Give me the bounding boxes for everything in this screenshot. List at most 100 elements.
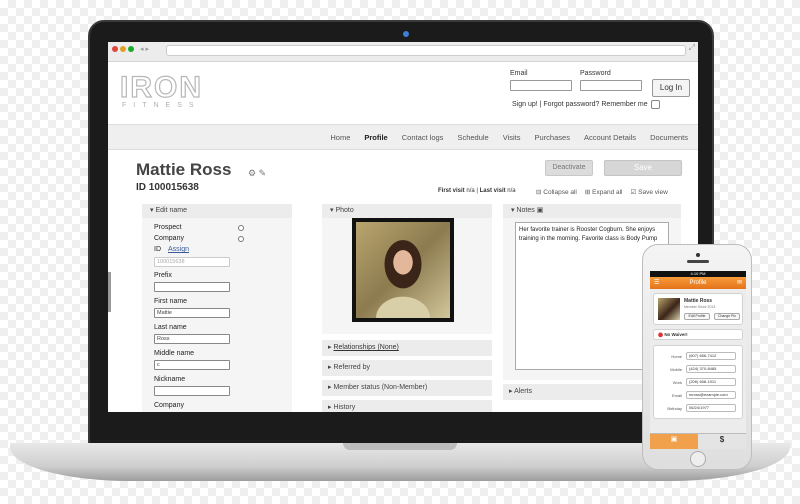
prefix-label: Prefix bbox=[154, 272, 172, 279]
tag-icons[interactable]: ⚙ ✎ bbox=[248, 168, 266, 179]
company-type-label: Company bbox=[154, 235, 184, 242]
password-field[interactable] bbox=[580, 80, 642, 91]
logo-wordmark: IRON bbox=[119, 71, 203, 104]
laptop-camera bbox=[403, 31, 409, 37]
page-scrollbar[interactable] bbox=[108, 272, 111, 312]
history-title: History bbox=[333, 404, 356, 411]
alerts-title: Alerts bbox=[514, 388, 532, 395]
accordion-group: ▸ Relationships (None) ▸ Referred by ▸ M… bbox=[322, 340, 492, 412]
iron-fitness-logo[interactable]: IRON FITNESS bbox=[119, 71, 203, 109]
save-view-control[interactable]: ☑ Save view bbox=[631, 188, 668, 196]
phone-contact-label: Birthday bbox=[667, 406, 682, 411]
phone-contact-row[interactable]: Email mross@example.com bbox=[658, 391, 738, 400]
close-window-button[interactable] bbox=[112, 46, 118, 52]
remember-me-checkbox[interactable] bbox=[651, 100, 660, 109]
edit-name-header[interactable]: ▾ Edit name bbox=[142, 204, 292, 218]
warning-icon: ⬤ bbox=[658, 332, 664, 337]
collapse-all-control[interactable]: ⊟ Collapse all bbox=[536, 188, 577, 196]
phone-contact-row[interactable]: Home (607) 656-7412 bbox=[658, 352, 738, 361]
nickname-field[interactable] bbox=[154, 386, 230, 396]
phone-edit-profile-button[interactable]: Edit Profile bbox=[684, 313, 710, 320]
middle-name-field[interactable]: c bbox=[154, 360, 230, 370]
middle-name-label: Middle name bbox=[154, 350, 195, 357]
referred-by-accordion[interactable]: ▸ Referred by bbox=[322, 360, 492, 376]
company-radio[interactable] bbox=[238, 236, 244, 242]
phone-tab-profile[interactable]: ▣ bbox=[650, 434, 698, 449]
phone-screen: 4:10 PM ☰ Profile ✉ Mattie Ross Member S… bbox=[650, 271, 746, 449]
member-name: Mattie Ross bbox=[136, 160, 232, 179]
tab-visits[interactable]: Visits bbox=[503, 133, 521, 142]
address-bar[interactable] bbox=[166, 45, 686, 56]
prefix-field[interactable] bbox=[154, 282, 230, 292]
back-forward-icon[interactable]: ◂ ▸ bbox=[140, 45, 149, 53]
tab-contact-logs[interactable]: Contact logs bbox=[402, 133, 444, 142]
menu-icon[interactable]: ☰ bbox=[654, 277, 659, 289]
phone-change-pic-button[interactable]: Change Pic bbox=[714, 313, 740, 320]
prospect-radio[interactable] bbox=[238, 225, 244, 231]
prospect-label: Prospect bbox=[154, 224, 182, 231]
tab-purchases[interactable]: Purchases bbox=[535, 133, 570, 142]
phone-contact-label: Work bbox=[672, 380, 682, 385]
phone-tab-bar: ▣ $ bbox=[650, 433, 746, 449]
member-id: ID 100015638 bbox=[136, 182, 199, 193]
first-visit-value: n/a bbox=[466, 188, 475, 194]
phone-contact-row[interactable]: Birthday 06/24/1977 bbox=[658, 404, 738, 413]
phone-contact-value: (607) 656-7412 bbox=[686, 352, 736, 360]
tab-home[interactable]: Home bbox=[330, 133, 350, 142]
maximize-window-button[interactable] bbox=[128, 46, 134, 52]
email-label: Email bbox=[510, 70, 528, 77]
phone-contact-value: mross@example.com bbox=[686, 391, 736, 399]
member-status-title: Member status (Non-Member) bbox=[333, 384, 428, 391]
phone-member-since: Member Since 2013 bbox=[684, 305, 716, 309]
photo-image bbox=[356, 222, 450, 318]
tab-profile[interactable]: Profile bbox=[364, 133, 387, 142]
phone-tab-payments[interactable]: $ bbox=[698, 434, 746, 449]
tab-documents[interactable]: Documents bbox=[650, 133, 688, 142]
login-links[interactable]: Sign up! | Forgot password? Remember me bbox=[512, 101, 648, 108]
notes-edit-icon[interactable]: ▣ bbox=[537, 207, 544, 214]
nav-tabs: Home Profile Contact logs Schedule Visits Pur… bbox=[330, 133, 688, 142]
mail-icon[interactable]: ✉ bbox=[737, 277, 742, 289]
edit-name-panel: ▾ Edit name Prospect Company ID Assign 1… bbox=[142, 204, 292, 412]
minimize-window-button[interactable] bbox=[120, 46, 126, 52]
notes-header[interactable]: ▾ Notes ▣ bbox=[503, 204, 681, 218]
laptop-notch bbox=[343, 443, 457, 450]
assign-link[interactable]: Assign bbox=[168, 246, 189, 253]
phone-contact-row[interactable]: Mobile (424) 370-8485 bbox=[658, 365, 738, 374]
login-button[interactable]: Log In bbox=[652, 79, 690, 97]
phone-waiver-text: No Waiver! bbox=[664, 332, 688, 337]
company-label: Company bbox=[154, 402, 184, 409]
relationships-accordion[interactable]: ▸ Relationships (None) bbox=[322, 340, 492, 356]
phone-profile-card: Mattie Ross Member Since 2013 Edit Profi… bbox=[653, 293, 743, 325]
view-controls: ⊟ Collapse all ⊞ Expand all ☑ Save view bbox=[536, 188, 668, 196]
member-status-accordion[interactable]: ▸ Member status (Non-Member) bbox=[322, 380, 492, 396]
phone-contact-label: Home bbox=[671, 354, 682, 359]
profile-content: Mattie Ross ⚙ ✎ ID 100015638 First visit… bbox=[108, 150, 698, 412]
laptop-screen: ◂ ▸ ⤢ IRON FITNESS Email Password Log In… bbox=[108, 42, 698, 412]
relationships-title: Relationships (None) bbox=[333, 344, 399, 351]
photo-header[interactable]: ▾ Photo bbox=[322, 204, 492, 218]
notes-title: Notes bbox=[516, 207, 535, 214]
phone-contact-card: Home (607) 656-7412 Mobile (424) 370-8485 Wo… bbox=[653, 345, 743, 419]
tab-account-details[interactable]: Account Details bbox=[584, 133, 636, 142]
photo-panel: ▾ Photo bbox=[322, 204, 492, 334]
save-button[interactable]: Save bbox=[604, 160, 682, 176]
expand-all-label: Expand all bbox=[592, 189, 623, 196]
phone-home-button[interactable] bbox=[690, 451, 706, 467]
deactivate-button[interactable]: Deactivate bbox=[545, 160, 593, 176]
id-label: ID bbox=[154, 246, 161, 253]
phone-waiver-alert[interactable]: ⬤ No Waiver! bbox=[653, 329, 743, 340]
phone-contact-row[interactable]: Work (206) 658-1911 bbox=[658, 378, 738, 387]
email-field[interactable] bbox=[510, 80, 572, 91]
phone-title: Profile bbox=[689, 280, 707, 286]
phone-contact-value: (206) 658-1911 bbox=[686, 378, 736, 386]
expand-all-control[interactable]: ⊞ Expand all bbox=[585, 188, 623, 196]
phone-speaker bbox=[687, 260, 709, 263]
member-photo[interactable] bbox=[352, 218, 454, 322]
first-name-field[interactable]: Mattie bbox=[154, 308, 230, 318]
tab-schedule[interactable]: Schedule bbox=[457, 133, 488, 142]
fullscreen-icon[interactable]: ⤢ bbox=[689, 43, 695, 53]
nickname-label: Nickname bbox=[154, 376, 186, 383]
history-accordion[interactable]: ▸ History bbox=[322, 400, 492, 412]
last-name-field[interactable]: Ross bbox=[154, 334, 230, 344]
